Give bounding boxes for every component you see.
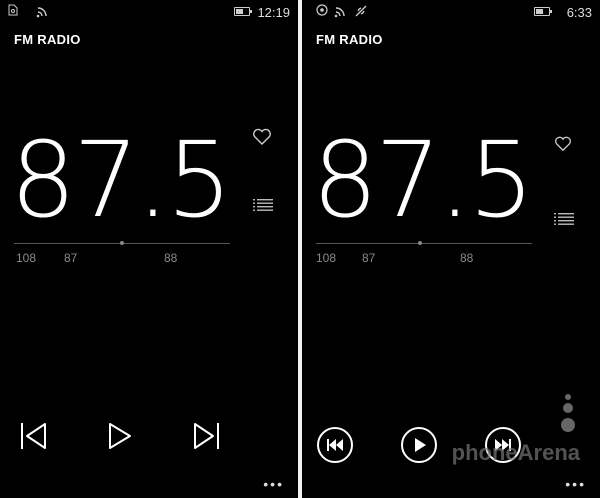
status-bar: 12:19: [0, 0, 298, 24]
more-icon[interactable]: •••: [263, 476, 284, 492]
previous-icon[interactable]: [316, 426, 354, 464]
list-icon[interactable]: [554, 212, 574, 226]
status-bar: 6:33: [302, 0, 600, 24]
status-clock: 6:33: [566, 5, 592, 20]
tuner-tick: 108: [16, 251, 37, 265]
play-icon[interactable]: [104, 420, 136, 452]
watermark-logo: [561, 394, 575, 432]
signal-icon: [334, 7, 345, 18]
frequency-display: 87.5: [312, 119, 535, 241]
tuner-tick: 88: [460, 251, 474, 265]
app-title: FM RADIO: [14, 32, 81, 47]
tuner-tick: 108: [316, 251, 337, 265]
signal-icon: [355, 5, 367, 17]
next-icon[interactable]: [190, 420, 222, 452]
watermark-text: phoneArena: [451, 440, 580, 465]
tuner-tick: 88: [164, 251, 178, 265]
sim-icon: [8, 4, 18, 16]
heart-icon[interactable]: [252, 128, 272, 146]
battery-icon: [234, 7, 252, 16]
tuner-indicator[interactable]: [120, 241, 124, 245]
app-title: FM RADIO: [316, 32, 383, 47]
frequency-display: 87.5: [10, 119, 233, 241]
tuner-indicator[interactable]: [418, 241, 422, 245]
signal-icon: [36, 7, 47, 18]
more-icon[interactable]: •••: [565, 476, 586, 492]
tuner-tick: 87: [64, 251, 78, 265]
heart-icon[interactable]: [554, 136, 572, 152]
left-phone-screen: 12:19 FM RADIO 87.5 108 87 88 •••: [0, 0, 298, 498]
previous-icon[interactable]: [18, 420, 50, 452]
sim-icon: [316, 4, 328, 16]
right-phone-screen: 6:33 FM RADIO 87.5 108 87 88 phoneArena …: [302, 0, 600, 498]
tuner-tick: 87: [362, 251, 376, 265]
status-clock: 12:19: [257, 5, 290, 20]
list-icon[interactable]: [253, 198, 273, 212]
play-icon[interactable]: [400, 426, 438, 464]
battery-icon: [534, 7, 552, 16]
tuner-scale[interactable]: [316, 243, 532, 244]
